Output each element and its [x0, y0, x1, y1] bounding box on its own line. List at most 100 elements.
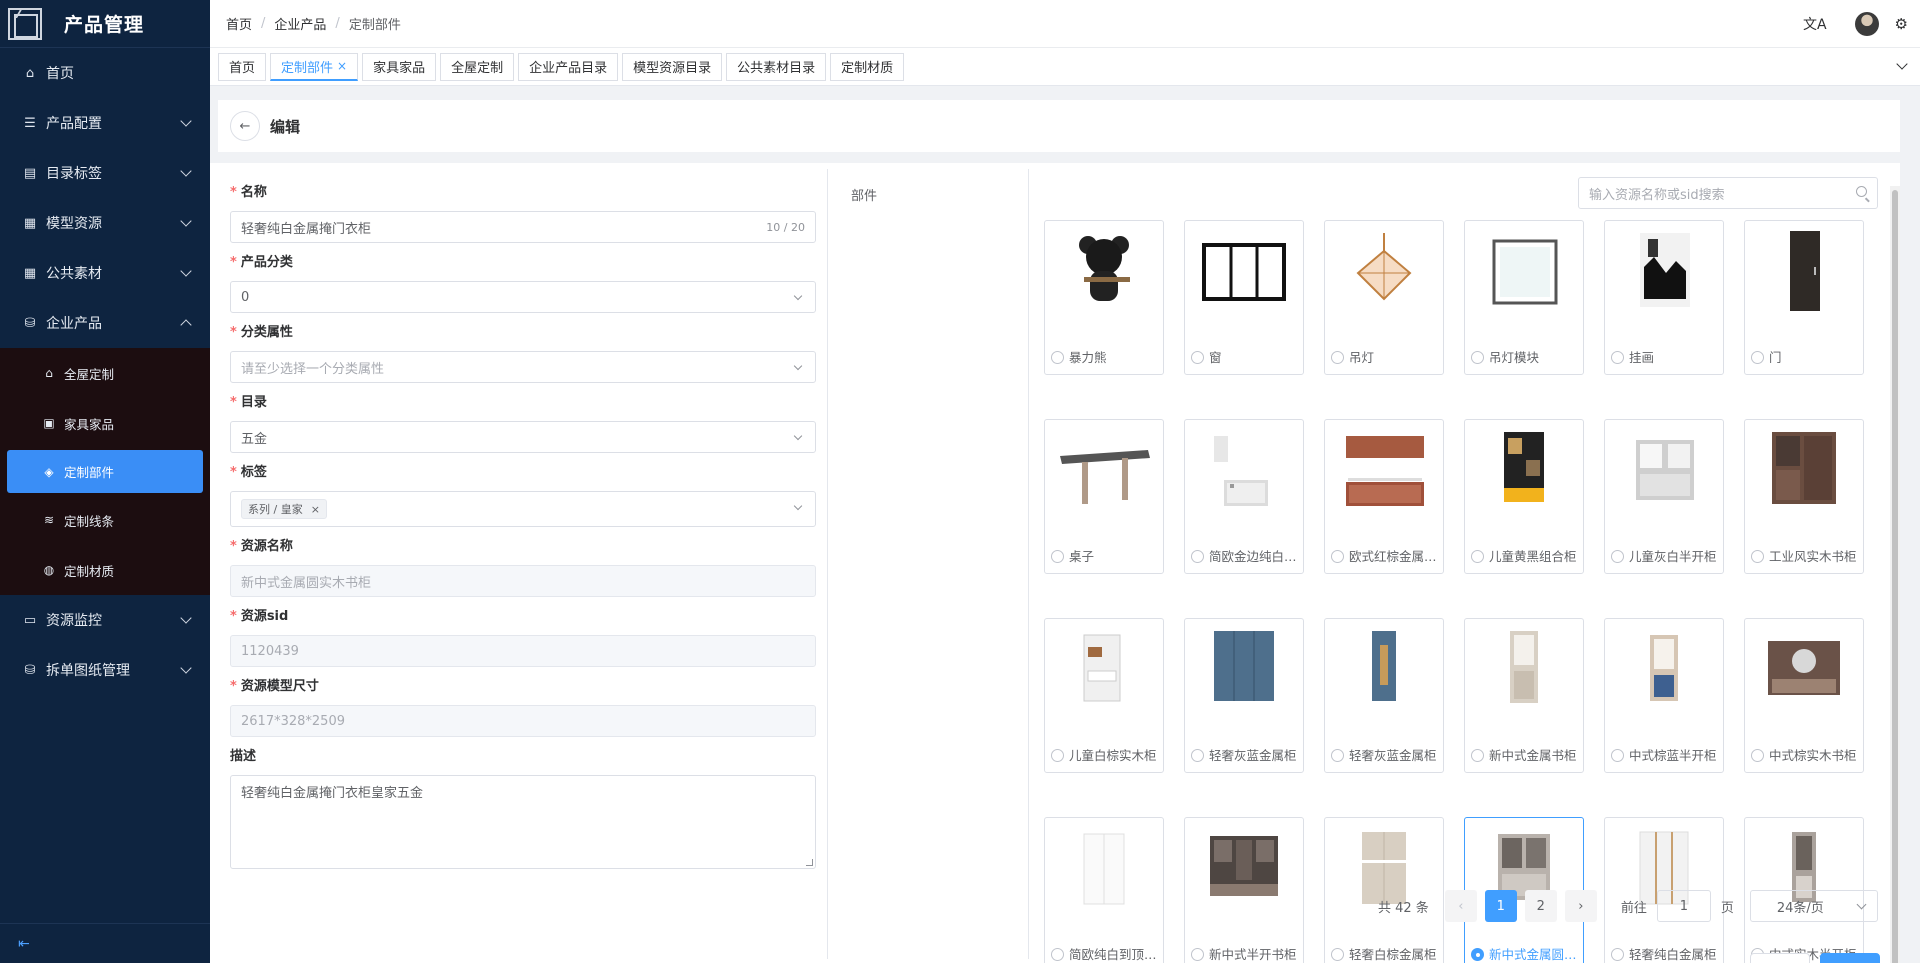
part-radio[interactable]: [1611, 351, 1624, 364]
part-radio[interactable]: [1191, 749, 1204, 762]
sidebar-subitem-3[interactable]: ≋ 定制线条: [0, 495, 210, 545]
part-radio[interactable]: [1331, 948, 1344, 961]
translate-icon[interactable]: 文A: [1803, 14, 1827, 34]
part-radio[interactable]: [1051, 749, 1064, 762]
sidebar-subitem-label: 全屋定制: [64, 366, 115, 382]
search-icon[interactable]: [1856, 186, 1867, 197]
scrollbar[interactable]: [1890, 186, 1900, 963]
sidebar-item-2[interactable]: ▤ 目录标签: [0, 148, 210, 198]
tab-label: 家具家品: [373, 61, 426, 76]
part-radio[interactable]: [1471, 948, 1484, 961]
tab-4[interactable]: 企业产品目录: [518, 52, 619, 81]
cancel-button[interactable]: [1750, 953, 1810, 963]
sidebar-subitem-0[interactable]: ⌂ 全屋定制: [0, 348, 210, 398]
part-card[interactable]: 轻奢灰蓝金属柜: [1324, 618, 1444, 773]
page-button[interactable]: 1: [1484, 890, 1517, 922]
part-radio[interactable]: [1191, 550, 1204, 563]
sidebar-item-3[interactable]: ▦ 模型资源: [0, 198, 210, 248]
sidebar-subitem-2[interactable]: ◈ 定制部件: [7, 450, 203, 493]
part-card[interactable]: 中式棕蓝半开柜: [1604, 618, 1724, 773]
part-card[interactable]: 中式棕实木书柜: [1744, 618, 1864, 773]
goto-input[interactable]: 1: [1656, 890, 1711, 922]
next-page-button[interactable]: ›: [1564, 890, 1597, 922]
sidebar-item-0[interactable]: ⌂ 首页: [0, 48, 210, 98]
page-button[interactable]: 2: [1524, 890, 1557, 922]
confirm-button[interactable]: [1820, 953, 1880, 963]
part-radio[interactable]: [1611, 550, 1624, 563]
part-card[interactable]: 轻奢灰蓝金属柜: [1184, 618, 1304, 773]
category-value: 0: [241, 289, 250, 305]
part-radio[interactable]: [1471, 351, 1484, 364]
name-field[interactable]: 轻奢纯白金属掩门衣柜 10 / 20: [230, 211, 816, 243]
part-card[interactable]: 桌子: [1044, 419, 1164, 574]
close-icon[interactable]: ×: [337, 59, 347, 73]
part-card[interactable]: 挂画: [1604, 220, 1724, 375]
tags-select[interactable]: 系列 / 皇家 ×: [230, 491, 816, 527]
tab-5[interactable]: 模型资源目录: [622, 52, 723, 81]
part-card[interactable]: 新中式半开书柜: [1184, 817, 1304, 963]
part-radio[interactable]: [1751, 550, 1764, 563]
desc-textarea[interactable]: 轻奢纯白金属掩门衣柜皇家五金: [230, 775, 816, 869]
close-icon[interactable]: ×: [311, 503, 320, 516]
breadcrumb-enterprise-products[interactable]: 企业产品: [274, 14, 326, 33]
sidebar-item-5[interactable]: ⛁ 企业产品: [0, 298, 210, 348]
part-card[interactable]: 吊灯: [1324, 220, 1444, 375]
part-card[interactable]: 简欧金边纯白橱柜: [1184, 419, 1304, 574]
chevron-down-icon[interactable]: [1896, 58, 1908, 70]
tab-3[interactable]: 全屋定制: [440, 52, 515, 81]
breadcrumb-home[interactable]: 首页: [226, 14, 252, 33]
part-radio[interactable]: [1471, 749, 1484, 762]
part-radio[interactable]: [1191, 948, 1204, 961]
sidebar-bottom-item-1[interactable]: ⛁ 拆单图纸管理: [0, 645, 210, 695]
part-radio[interactable]: [1051, 948, 1064, 961]
part-card[interactable]: 儿童白棕实木柜: [1044, 618, 1164, 773]
chevron-down-icon: [180, 612, 192, 624]
part-radio[interactable]: [1611, 948, 1624, 961]
tab-2[interactable]: 家具家品: [362, 52, 437, 81]
part-card[interactable]: 儿童黄黑组合柜: [1464, 419, 1584, 574]
part-card[interactable]: 简欧纯白到顶衣柜: [1044, 817, 1164, 963]
tab-0[interactable]: 首页: [218, 52, 267, 81]
part-card[interactable]: 欧式红棕金属橱柜: [1324, 419, 1444, 574]
category-select[interactable]: 0: [230, 281, 816, 313]
part-radio[interactable]: [1331, 351, 1344, 364]
back-button[interactable]: ←: [230, 111, 260, 141]
part-card[interactable]: 吊灯模块: [1464, 220, 1584, 375]
part-radio[interactable]: [1331, 749, 1344, 762]
avatar[interactable]: [1854, 12, 1879, 36]
sidebar-menu-bottom: ▭ 资源监控 ⛁ 拆单图纸管理: [0, 595, 210, 695]
sidebar-bottom-item-0[interactable]: ▭ 资源监控: [0, 595, 210, 645]
scrollbar-thumb[interactable]: [1892, 190, 1898, 963]
sidebar-item-1[interactable]: ☰ 产品配置: [0, 98, 210, 148]
tab-1[interactable]: 定制部件 ×: [270, 52, 359, 81]
sidebar-item-4[interactable]: ▦ 公共素材: [0, 248, 210, 298]
tab-7[interactable]: 定制材质: [830, 52, 905, 81]
gear-icon[interactable]: ⚙: [1895, 15, 1908, 33]
sidebar: 产品管理 ⌂ 首页 ☰ 产品配置 ▤ 目录标签 ▦ 模型资源 ▦ 公共素材 ⛁ 企业产品 ⌂ 全屋定制 ▣…: [0, 0, 210, 963]
tab-6[interactable]: 公共素材目录: [726, 52, 827, 81]
part-card[interactable]: 窗: [1184, 220, 1304, 375]
part-radio[interactable]: [1051, 550, 1064, 563]
attr-select[interactable]: 请至少选择一个分类属性: [230, 351, 816, 383]
part-radio[interactable]: [1331, 550, 1344, 563]
part-radio[interactable]: [1751, 749, 1764, 762]
part-card[interactable]: 新中式金属书柜: [1464, 618, 1584, 773]
page-size-select[interactable]: 24条/页: [1749, 890, 1878, 922]
edit-form: * 名称 轻奢纯白金属掩门衣柜 10 / 20 * 产品分类 0 * 分类属性 请至少…: [230, 173, 816, 869]
catalog-select[interactable]: 五金: [230, 421, 816, 453]
collapse-sidebar-icon[interactable]: ⇤: [0, 923, 210, 963]
search-input[interactable]: 输入资源名称或sid搜索: [1578, 177, 1878, 209]
part-radio[interactable]: [1751, 351, 1764, 364]
part-card[interactable]: 门: [1744, 220, 1864, 375]
prev-page-button[interactable]: ‹: [1444, 890, 1477, 922]
sidebar-subitem-1[interactable]: ▣ 家具家品: [0, 398, 210, 448]
part-card[interactable]: 儿童灰白半开柜: [1604, 419, 1724, 574]
part-radio[interactable]: [1471, 550, 1484, 563]
part-card-wrap: 窗: [1184, 220, 1304, 375]
part-radio[interactable]: [1191, 351, 1204, 364]
part-radio[interactable]: [1611, 749, 1624, 762]
part-card[interactable]: 暴力熊: [1044, 220, 1164, 375]
part-radio[interactable]: [1051, 351, 1064, 364]
sidebar-subitem-4[interactable]: ◍ 定制材质: [0, 545, 210, 595]
part-card[interactable]: 工业风实木书柜: [1744, 419, 1864, 574]
